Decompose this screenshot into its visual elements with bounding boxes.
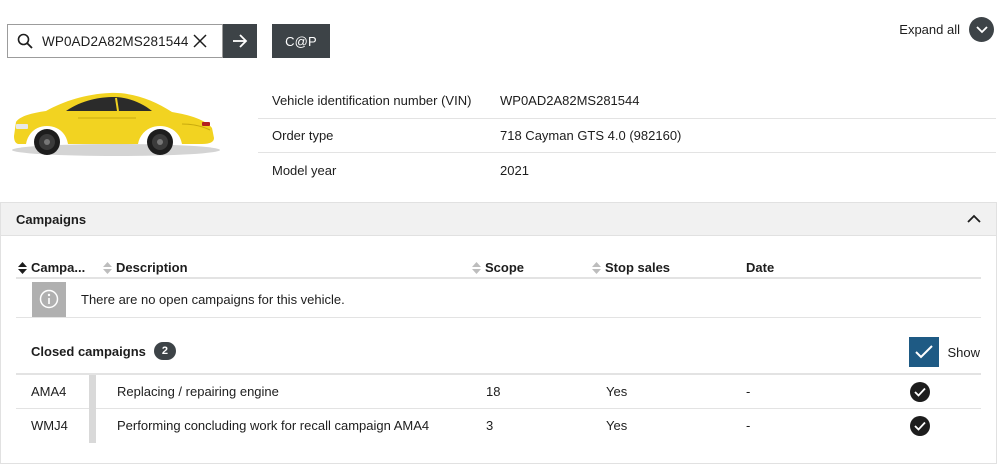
expand-all-label: Expand all <box>899 22 960 37</box>
chevron-down-icon <box>969 17 994 42</box>
sort-icon <box>472 261 481 274</box>
info-value: 718 Cayman GTS 4.0 (982160) <box>500 127 682 143</box>
info-value: 2021 <box>500 162 529 178</box>
campaign-description: Replacing / repairing engine <box>117 384 279 399</box>
campaign-description: Performing concluding work for recall ca… <box>117 418 430 433</box>
campaign-date: - <box>746 418 751 433</box>
table-row[interactable]: WMJ4 Performing concluding work for reca… <box>16 409 981 443</box>
info-label: Order type <box>272 127 334 143</box>
no-open-campaigns-text: There are no open campaigns for this veh… <box>81 291 345 307</box>
closed-campaigns-label: Closed campaigns <box>31 343 146 359</box>
column-scope[interactable]: Scope <box>472 260 524 275</box>
column-campaign[interactable]: Campa... <box>18 260 85 275</box>
campaigns-panel: Campaigns Campa... Description Scope Sto… <box>0 202 997 464</box>
campaign-scope: 18 <box>486 384 501 399</box>
row-divider-bar <box>89 409 96 443</box>
sort-ascending-icon <box>18 261 27 274</box>
campaigns-panel-header[interactable]: Campaigns <box>1 203 996 236</box>
info-label: Vehicle identification number (VIN) <box>272 93 472 109</box>
vin-search-input[interactable] <box>42 31 192 51</box>
closed-campaigns-count-badge: 2 <box>153 342 176 360</box>
column-scope-label: Scope <box>485 260 525 275</box>
arrow-right-icon <box>233 34 248 48</box>
column-stop-sales[interactable]: Stop sales <box>592 260 670 275</box>
completed-check-icon <box>910 416 930 436</box>
column-campaign-label: Campa... <box>31 260 86 275</box>
campaign-code: WMJ4 <box>31 418 68 433</box>
campaigns-title: Campaigns <box>16 211 87 227</box>
checkmark-icon <box>915 345 934 359</box>
campaign-scope: 3 <box>486 418 494 433</box>
sort-icon <box>103 261 112 274</box>
vehicle-image <box>12 92 220 156</box>
chevron-up-icon[interactable] <box>967 212 981 226</box>
closed-campaigns-header: Closed campaigns 2 <box>31 342 176 360</box>
info-row-order-type: Order type 718 Cayman GTS 4.0 (982160) <box>258 119 996 153</box>
show-closed-label: Show <box>947 344 980 360</box>
table-row[interactable]: AMA4 Replacing / repairing engine 18 Yes… <box>16 375 981 409</box>
cap-button[interactable]: C@P <box>272 24 330 58</box>
column-date: Date <box>746 260 774 275</box>
no-open-campaigns-notice: There are no open campaigns for this veh… <box>16 281 981 318</box>
column-date-label: Date <box>746 260 775 275</box>
info-row-vin: Vehicle identification number (VIN) WP0A… <box>258 84 996 119</box>
show-closed-checkbox[interactable] <box>909 337 940 367</box>
info-value: WP0AD2A82MS281544 <box>500 93 640 109</box>
vehicle-info-table: Vehicle identification number (VIN) WP0A… <box>258 84 996 188</box>
info-row-model-year: Model year 2021 <box>258 153 996 188</box>
info-label: Model year <box>272 162 337 178</box>
column-description[interactable]: Description <box>103 260 188 275</box>
completed-check-icon <box>910 382 930 402</box>
campaign-stop-sales: Yes <box>606 384 628 399</box>
show-closed-toggle[interactable]: Show <box>909 337 980 367</box>
sort-icon <box>592 261 601 274</box>
column-description-label: Description <box>116 260 188 275</box>
expand-all-toggle[interactable]: Expand all <box>899 17 994 42</box>
info-icon <box>32 281 66 317</box>
vin-search-box[interactable] <box>7 24 223 58</box>
campaign-code: AMA4 <box>31 384 67 399</box>
row-divider-bar <box>89 375 96 409</box>
campaign-date: - <box>746 384 751 399</box>
clear-search-icon[interactable] <box>192 33 208 49</box>
search-icon <box>17 33 33 49</box>
campaign-stop-sales: Yes <box>606 418 628 433</box>
search-submit-button[interactable] <box>223 24 257 58</box>
column-stop-sales-label: Stop sales <box>605 260 671 275</box>
closed-campaigns-table: AMA4 Replacing / repairing engine 18 Yes… <box>16 373 981 443</box>
campaigns-table-header: Campa... Description Scope Stop sales Da… <box>16 259 981 279</box>
